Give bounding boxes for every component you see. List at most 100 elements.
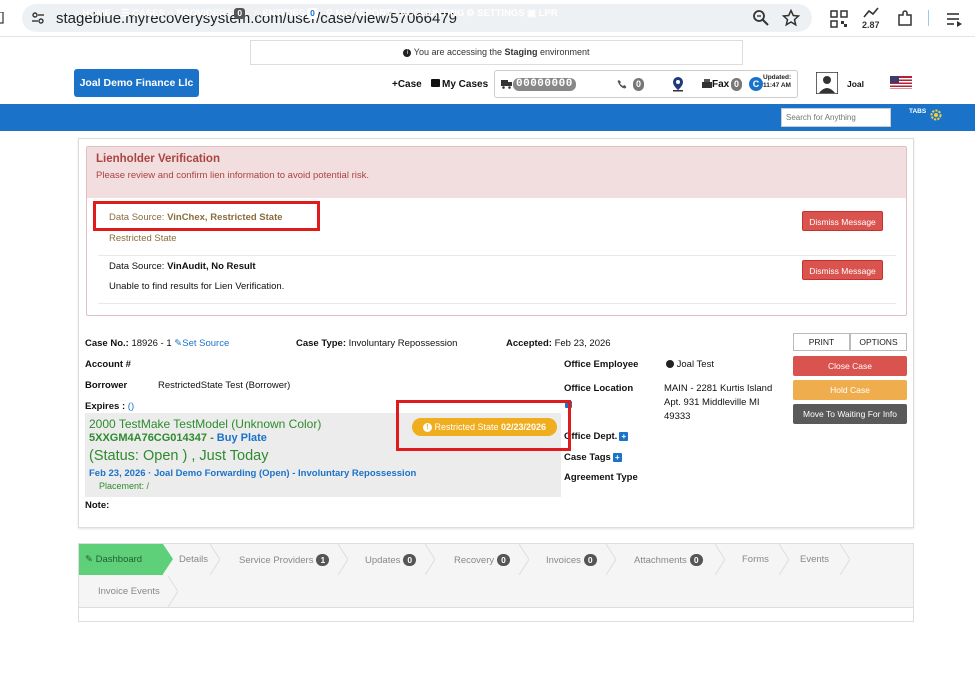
lien-source-2: Data Source: VinAudit, No Result [109,261,256,272]
nav-home[interactable]: ⌂ HOME [74,8,111,19]
dashboard-label: Dashboard [95,554,143,565]
vehicle-status: (Status: Open ) , Just Today [89,448,269,464]
tab-attachments[interactable]: Attachments 0 [634,554,703,566]
vehicle-title[interactable]: 2000 TestMake TestModel (Unknown Color) [89,417,321,431]
zoom-icon[interactable] [752,9,770,27]
print-button[interactable]: PRINT [793,333,850,351]
tab-updates[interactable]: Updates 0 [365,554,417,566]
add-dept-icon[interactable]: + [619,431,629,441]
env-name: Staging [504,47,538,57]
office-employee-label: Office Employee [564,359,638,370]
nav-lpr[interactable]: ▣ LPR [527,8,558,19]
tab-dashboard-label[interactable]: ✎ Dashboard [85,554,142,565]
agreement-type-label: Agreement Type [564,472,638,483]
tab-details[interactable]: Details [179,554,208,565]
nav-cases[interactable]: ☰ CASES [121,8,165,19]
us-flag-icon[interactable] [890,76,912,89]
tab-events[interactable]: Events [800,554,829,565]
qr-code-icon[interactable] [830,10,848,28]
refresh-icon[interactable]: C [749,77,763,91]
placement: Placement: / [99,481,150,491]
gear-icon: ⚙ [466,8,478,19]
updated-stamp: Updated: 11:47 AM [763,74,791,90]
recovery-label: Recovery [454,555,495,566]
forwarding-line[interactable]: Feb 23, 2026 · Joal Demo Forwarding (Ope… [89,468,416,479]
service-providers-count: 1 [316,554,330,566]
my-cases-label: My Cases [442,79,489,90]
accepted-label: Accepted: [506,338,552,349]
invoices-label: Invoices [546,555,581,566]
case-no-label: Case No.: [85,338,129,349]
nav-settings[interactable]: ⚙ SETTINGS [466,8,525,19]
nav-lpr-label: LPR [538,8,558,19]
buy-plate-link[interactable]: Buy Plate [217,432,267,444]
dismiss-message-button-2[interactable]: Dismiss Message [802,260,883,280]
entities-count: 0 [307,8,318,19]
status-dot-icon [666,360,674,369]
case-no-value: 18926 - 1 [131,338,172,349]
accepted-value: Feb 23, 2026 [554,338,611,349]
fax-count: 0 [731,78,742,91]
global-search-input[interactable] [781,108,891,127]
lien-subtitle: Please review and confirm lien informati… [96,170,369,181]
add-case-link[interactable]: +Case [392,79,422,90]
case-tags: Case Tags + [564,452,622,463]
hold-case-button[interactable]: Hold Case [793,380,907,400]
my-cases-link[interactable]: My Cases [431,79,488,90]
env-suffix: environment [537,47,590,57]
site-settings-icon[interactable] [30,10,46,26]
highlight-box [396,400,571,451]
user-name[interactable]: Joal [847,79,864,89]
tabs-label[interactable]: TABS [909,108,926,115]
case-type: Case Type: Involuntary Repossession [296,338,457,349]
office-location-line-3: 49333 [664,411,691,422]
reading-list-icon[interactable] [945,10,963,28]
tab-recovery[interactable]: Recovery 0 [454,554,510,566]
list-icon: ☰ [121,8,133,19]
fax-label: Fax [712,79,730,90]
avatar[interactable] [816,72,838,94]
bookmark-star-icon[interactable] [782,9,800,27]
borrower-value[interactable]: RestrictedState Test (Borrower) [158,380,290,391]
tab-forms[interactable]: Forms [742,554,769,565]
nav-settings-label: SETTINGS [477,8,525,19]
tab-invoice-events[interactable]: Invoice Events [98,586,160,597]
pencil-icon: ✎ [85,554,93,565]
truck-icon [501,80,512,89]
tab-separator [425,544,435,575]
office-location-label: Office Location [564,383,633,394]
nav-providers[interactable]: ⌂ PROVIDERS 0 [168,8,246,19]
vehicle-vin: 5XXGM4A76CG014347 - Buy Plate [89,432,267,444]
move-to-waiting-button[interactable]: Move To Waiting For Info [793,404,907,424]
accepted-date: Accepted: Feb 23, 2026 [506,338,611,349]
lien-source-2-label: Data Source: [109,261,168,272]
options-button[interactable]: OPTIONS [850,333,907,351]
phone-icon [617,80,627,89]
office-employee-name: Joal Test [676,359,714,370]
nav-my-reports[interactable]: ⚲ MY REPORTS [326,8,398,19]
tabs-settings-icon[interactable] [929,108,943,122]
extension-badge: 2.87 [862,20,880,30]
map-pin-icon[interactable] [671,76,685,92]
tab-invoices[interactable]: Invoices 0 [546,554,597,566]
browser-edge-icon [0,12,4,24]
office-employee-label-text: Office Employee [564,359,639,370]
fax-icon [702,79,712,88]
extensions-puzzle-icon[interactable] [896,10,914,28]
company-button[interactable]: Joal Demo Finance Llc [74,69,199,97]
agreement-type: Agreement Type [564,472,638,483]
note-label-text: Note: [85,500,110,511]
office-location-line-1: MAIN - 2281 Kurtis Island [664,383,773,394]
tab-service-providers[interactable]: Service Providers 1 [239,554,330,566]
add-tag-icon[interactable]: + [612,452,622,462]
updated-label: Updated: [763,74,792,81]
invoices-count: 0 [583,554,597,566]
expires-value[interactable]: () [128,401,134,412]
set-source-link[interactable]: Set Source [182,338,229,349]
counter-digits: 00000000 [513,78,576,91]
dismiss-message-button-1[interactable]: Dismiss Message [802,211,883,231]
nav-entities[interactable]: ⌂ ENTITIES 0 [254,8,318,19]
nav-accounting[interactable]: ACCOUNTING [400,8,464,19]
close-case-button[interactable]: Close Case [793,356,907,376]
updates-label: Updates [365,555,401,566]
